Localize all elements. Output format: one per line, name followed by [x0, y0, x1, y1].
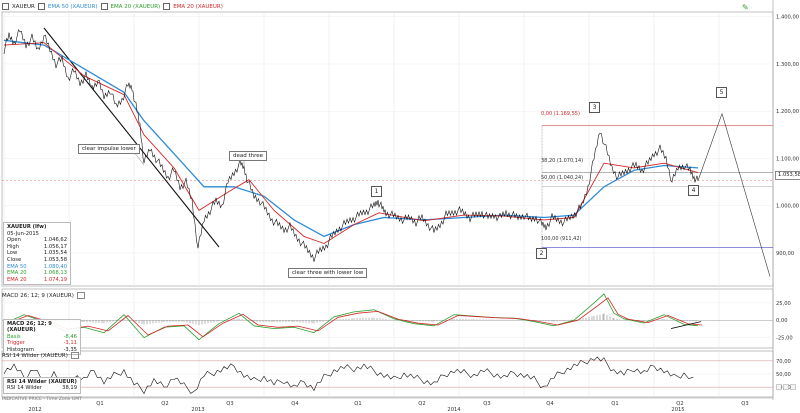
- legend-key: High: [7, 243, 19, 250]
- panel-frame: [1, 288, 774, 349]
- price-legend: XAUEUR (Ifw) 05-Jun-2015 Open 1.046,62 Hi…: [3, 222, 71, 286]
- macd-legend: MACD 26; 12; 9 (XAUEUR) Basis -8,46 Trigg…: [3, 319, 81, 356]
- y-tick-label: 0,00: [776, 318, 788, 324]
- legend-key: Low: [7, 250, 18, 257]
- annotation-dead-three[interactable]: dead three: [229, 151, 268, 161]
- legend-title: XAUEUR (Ifw): [7, 224, 47, 230]
- x-year-label: 2015: [671, 407, 684, 413]
- settings-icon[interactable]: [790, 384, 796, 390]
- legend-value: 1.068,13: [43, 270, 67, 277]
- zoom-in-icon[interactable]: [783, 384, 789, 390]
- series-checkbox[interactable]: [2, 3, 9, 10]
- x-quarter-label: Q1: [354, 401, 361, 407]
- y-tick-label: 1.100,00: [776, 156, 799, 162]
- y-tick-label: 1.000,00: [776, 204, 799, 210]
- legend-date: 05-Jun-2015: [7, 230, 39, 237]
- y-tick-label: 1.300,00: [776, 62, 799, 68]
- y-tick-label: 70,00: [776, 359, 791, 365]
- legend-value: 1.056,17: [43, 243, 67, 250]
- panel-toggle-icon[interactable]: [70, 352, 79, 359]
- legend-key: EMA 20: [7, 276, 27, 283]
- fib-label-mid: 38,20 (1.070,14): [541, 158, 584, 164]
- macd-legend-title: MACD 26; 12; 9 (XAUEUR): [7, 321, 52, 334]
- wave-label-3[interactable]: 3: [589, 102, 600, 113]
- legend-value: 1.035,54: [43, 250, 67, 257]
- fib-label-top: 0,00 (1.169,55): [541, 111, 580, 117]
- legend-key: EMA 20: [7, 270, 27, 277]
- x-quarter-label: Q4: [546, 401, 554, 407]
- draw-tool-icon[interactable]: ✎: [742, 3, 749, 12]
- macd-header-label[interactable]: MACD 26; 12; 9 (XAUEUR): [2, 293, 74, 299]
- ema20b-label[interactable]: EMA 20 (XAUEUR): [173, 4, 223, 10]
- y-tick-label: 1.400,00: [776, 15, 799, 21]
- credit-text: INDICATIVE PRICE - Time Zone GMT: [2, 397, 82, 402]
- x-quarter-label: Q2: [161, 401, 168, 407]
- rsi-legend: RSI 14 Wilder (XAUEUR) RSI 14 Wilder 38,1…: [3, 377, 81, 394]
- legend-key: Open: [7, 237, 21, 244]
- x-year-label: 2014: [447, 407, 461, 413]
- chart-canvas: 1.400,00 1.300,00 1.200,00 1.100,00 1.000,00…: [1, 0, 799, 413]
- macd-header: MACD 26; 12; 9 (XAUEUR): [2, 292, 85, 299]
- x-quarter-label: Q1: [611, 401, 618, 407]
- instrument-label[interactable]: XAUEUR: [12, 4, 35, 10]
- legend-key: EMA 50: [7, 263, 27, 270]
- y-tick-label: 900,00: [776, 251, 794, 257]
- x-quarter-label: Q3: [483, 401, 490, 407]
- series-checkbox[interactable]: [100, 3, 108, 10]
- legend-value: 1.046,62: [43, 237, 67, 244]
- legend-value: 1.053,58: [43, 256, 67, 263]
- rsi-header-label[interactable]: RSI 14 Wilder (XAUEUR): [2, 353, 68, 359]
- zoom-out-icon[interactable]: [776, 384, 782, 390]
- x-year-label: 2013: [191, 407, 204, 413]
- y-tick-label: 50,00: [776, 372, 791, 378]
- wave-label-1[interactable]: 1: [371, 186, 382, 197]
- wave-label-2[interactable]: 2: [536, 248, 547, 259]
- x-quarter-label: Q1: [96, 401, 103, 407]
- annotation-impulse[interactable]: clear impulse lower: [78, 144, 140, 154]
- y-tick-label: 1.200,00: [776, 109, 799, 115]
- ema20-label[interactable]: EMA 20 (XAUEUR): [111, 4, 161, 10]
- series-checkbox[interactable]: [163, 3, 171, 10]
- rsi-value: 38,19: [62, 385, 77, 392]
- fib-label-bottom: 100,00 (911,42): [541, 236, 582, 242]
- rsi-header: RSI 14 Wilder (XAUEUR): [2, 352, 79, 359]
- x-quarter-label: Q4: [291, 401, 299, 407]
- price-header: XAUEUR EMA 50 (XAUEUR) EMA 20 (XAUEUR) E…: [2, 3, 223, 10]
- legend-key: Close: [7, 256, 22, 263]
- x-quarter-label: Q3: [226, 401, 233, 407]
- series-checkbox[interactable]: [37, 3, 45, 10]
- y-tick-label: 25,00: [776, 301, 791, 307]
- last-price-tag: 1.053,58: [775, 171, 800, 180]
- x-quarter-label: Q3: [741, 401, 748, 407]
- wave-label-4[interactable]: 4: [688, 185, 699, 196]
- x-year-label: 2012: [28, 407, 41, 413]
- panel-toggle-icon[interactable]: [76, 292, 85, 299]
- y-tick-label: -25,00: [776, 336, 793, 342]
- wave-label-5[interactable]: 5: [716, 87, 727, 98]
- x-quarter-label: Q2: [418, 401, 425, 407]
- legend-value: 1.080,40: [43, 263, 67, 270]
- fib-label-low: 50,00 (1.040,24): [541, 175, 584, 181]
- legend-value: 1.074,19: [43, 276, 67, 283]
- annotation-three-waves[interactable]: clear three with lower low: [288, 268, 368, 278]
- rsi-key: RSI 14 Wilder: [7, 385, 42, 392]
- ema50-label[interactable]: EMA 50 (XAUEUR): [48, 4, 98, 10]
